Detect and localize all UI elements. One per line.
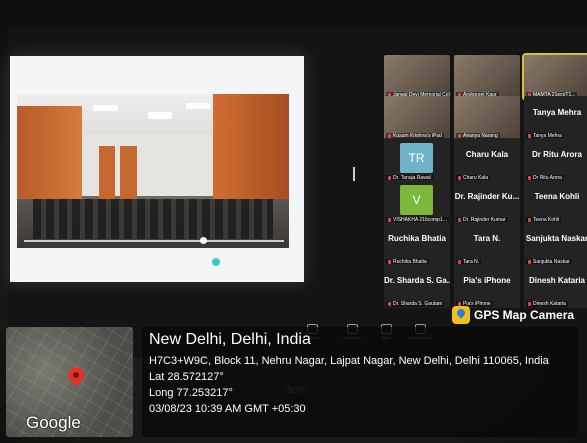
participant-tile[interactable]: Dr. Rajinder Ku... Dr. Rajinder Kumar bbox=[454, 180, 520, 224]
muted-mic-icon bbox=[388, 301, 391, 306]
muted-mic-icon bbox=[528, 301, 531, 306]
participant-tile[interactable]: Pia's iPhone Pia's iPhone bbox=[454, 264, 520, 308]
participant-tile[interactable]: V VISHAKHA 21bcomp1... bbox=[384, 180, 450, 224]
panel-splitter[interactable] bbox=[353, 167, 355, 181]
right-curtain bbox=[212, 94, 289, 205]
participant-tile[interactable]: Sanjukta Naskar Sanjukta Naskar bbox=[524, 222, 587, 266]
participant-caption: Dr. Sharda S. Gautam bbox=[386, 301, 445, 307]
gps-camera-label: GPS Map Camera bbox=[474, 308, 575, 322]
participant-name: Tanya Mehra bbox=[532, 108, 582, 117]
participant-tile[interactable]: MAMTA 21ecoT1... bbox=[522, 53, 587, 101]
participant-name: Tara N. bbox=[473, 234, 501, 243]
progress-handle[interactable] bbox=[200, 237, 207, 244]
participant-label: Dr. Sharda S. Gautam bbox=[393, 301, 443, 307]
participant-name: Dr. Sharda S. Ga... bbox=[384, 276, 450, 285]
participant-tile[interactable]: TR Dr. Tanuja Rawal bbox=[384, 138, 450, 182]
participant-tile[interactable]: Dr Ritu Arora Dr Ritu Arora bbox=[524, 138, 587, 182]
participant-tile[interactable]: Kusum Krishna's iPad bbox=[384, 96, 450, 140]
photo-scene: Jarwal Devi Memorial Coll... Arshpreet Ka… bbox=[0, 0, 587, 443]
ceiling-light bbox=[185, 103, 211, 110]
participant-caption: Dinesh Kataria bbox=[526, 301, 568, 307]
video-progress-bar[interactable] bbox=[24, 240, 284, 242]
classroom-photo bbox=[17, 94, 289, 248]
participant-tile[interactable]: Arshpreet Kaur bbox=[454, 55, 520, 99]
participant-tile[interactable]: Dr. Sharda S. Ga... Dr. Sharda S. Gautam bbox=[384, 264, 450, 308]
participant-name: Dr. Rajinder Ku... bbox=[454, 192, 520, 201]
participant-name: Pia's iPhone bbox=[463, 276, 511, 285]
location-pin-icon bbox=[64, 363, 88, 387]
ceiling-light bbox=[147, 112, 173, 119]
location-stamp: New Delhi, Delhi, India H7C3+W9C, Block … bbox=[142, 327, 578, 437]
address-text: H7C3+W9C, Block 11, Nehru Nagar, Lajpat … bbox=[149, 355, 549, 367]
back-curtain bbox=[98, 146, 115, 199]
back-curtain bbox=[120, 146, 137, 199]
location-map: Google bbox=[6, 327, 133, 437]
gps-map-camera-icon bbox=[452, 306, 470, 324]
participant-label: Dinesh Kataria bbox=[533, 301, 566, 307]
city-title: New Delhi, Delhi, India bbox=[149, 331, 311, 348]
participant-name: Ruchika Bhatia bbox=[388, 234, 446, 243]
left-curtain bbox=[17, 106, 83, 212]
monitor-bezel bbox=[0, 0, 587, 28]
participant-tile[interactable]: Charu Kala Charu Kala bbox=[454, 138, 520, 182]
participant-tile[interactable]: Jarwal Devi Memorial Coll... bbox=[384, 55, 450, 99]
participant-tile[interactable]: Dinesh Kataria Dinesh Kataria bbox=[524, 264, 587, 308]
chairs bbox=[33, 198, 273, 239]
latitude-text: Lat 28.572127° bbox=[149, 371, 224, 383]
participant-tile[interactable]: Ananya Narang bbox=[454, 96, 520, 140]
datetime-text: 03/08/23 10:39 AM GMT +05:30 bbox=[149, 403, 306, 415]
participant-name: Dinesh Kataria bbox=[528, 276, 586, 285]
participant-name: Dr Ritu Arora bbox=[532, 150, 582, 159]
participant-name: Sanjukta Naskar bbox=[525, 234, 587, 243]
participant-avatar: V bbox=[400, 185, 433, 215]
participant-tile[interactable]: Teena Kohli Teena Kohli bbox=[524, 180, 587, 224]
longitude-text: Long 77.253217° bbox=[149, 387, 233, 399]
participant-tile[interactable]: Tara N. Tara N. bbox=[454, 222, 520, 266]
participant-tile[interactable]: Tanya Mehra Tanya Mehra bbox=[524, 96, 587, 140]
participant-tile[interactable]: Ruchika Bhatia Ruchika Bhatia bbox=[384, 222, 450, 266]
participant-name: Teena Kohli bbox=[534, 192, 580, 201]
google-logo: Google bbox=[26, 413, 81, 432]
pointer-dot bbox=[212, 258, 220, 266]
ceiling-light bbox=[93, 104, 118, 111]
participant-name: Charu Kala bbox=[465, 150, 509, 159]
participant-avatar: TR bbox=[400, 143, 433, 173]
